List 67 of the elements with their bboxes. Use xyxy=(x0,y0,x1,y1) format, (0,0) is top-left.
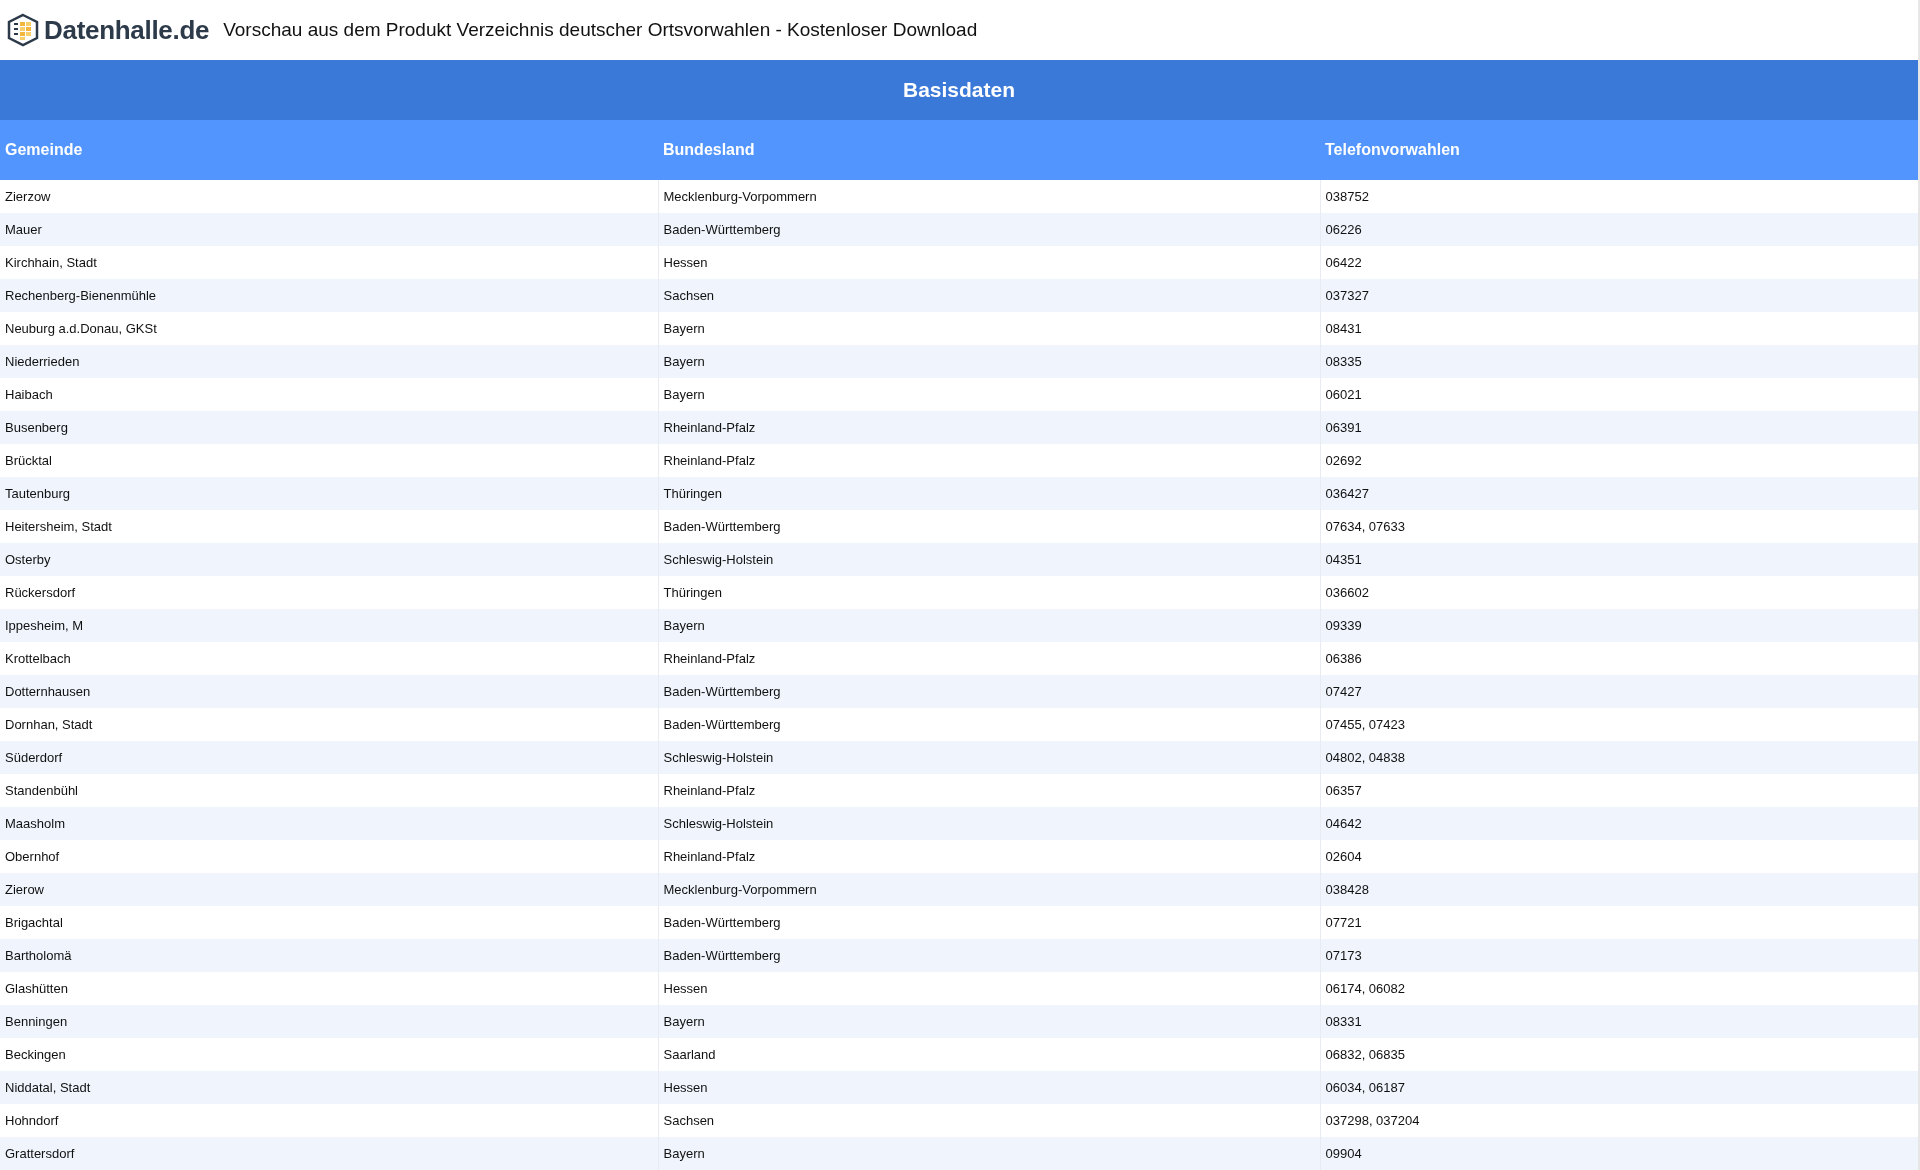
table-cell: 07173 xyxy=(1320,939,1918,972)
table-cell: Busenberg xyxy=(0,411,658,444)
table-cell: Dornhan, Stadt xyxy=(0,708,658,741)
table-cell: Schleswig-Holstein xyxy=(658,807,1320,840)
table-cell: 08335 xyxy=(1320,345,1918,378)
table-cell: 06391 xyxy=(1320,411,1918,444)
table-cell: Schleswig-Holstein xyxy=(658,741,1320,774)
table-cell: 04642 xyxy=(1320,807,1918,840)
page-title: Vorschau aus dem Produkt Verzeichnis deutscher Ortsvorwahlen - Kostenloser Download xyxy=(223,19,978,41)
table-cell: Baden-Württemberg xyxy=(658,213,1320,246)
table-cell: 06034, 06187 xyxy=(1320,1071,1918,1104)
table-cell: Standenbühl xyxy=(0,774,658,807)
table-cell: Brigachtal xyxy=(0,906,658,939)
table-cell: Thüringen xyxy=(658,477,1320,510)
table-cell: Niddatal, Stadt xyxy=(0,1071,658,1104)
logo-text[interactable]: Datenhalle.de xyxy=(44,14,210,46)
table-cell: Dotternhausen xyxy=(0,675,658,708)
table-cell: Obernhof xyxy=(0,840,658,873)
table-cell: Bartholomä xyxy=(0,939,658,972)
logo-icon xyxy=(6,13,40,47)
table-cell: Sachsen xyxy=(658,279,1320,312)
table-cell: 04351 xyxy=(1320,543,1918,576)
table-cell: Baden-Württemberg xyxy=(658,675,1320,708)
table-cell: Kirchhain, Stadt xyxy=(0,246,658,279)
table-cell: 07427 xyxy=(1320,675,1918,708)
table-cell: Maasholm xyxy=(0,807,658,840)
table-cell: Mauer xyxy=(0,213,658,246)
table-cell: 09904 xyxy=(1320,1137,1918,1170)
table-cell: Glashütten xyxy=(0,972,658,1005)
table-cell: Neuburg a.d.Donau, GKSt xyxy=(0,312,658,345)
column-header: Telefonvorwahlen xyxy=(1320,120,1918,180)
table-cell: Benningen xyxy=(0,1005,658,1038)
table-cell: Grattersdorf xyxy=(0,1137,658,1170)
table-cell: Krottelbach xyxy=(0,642,658,675)
table-cell: Rückersdorf xyxy=(0,576,658,609)
table-cell: Rheinland-Pfalz xyxy=(658,411,1320,444)
table-cell: Mecklenburg-Vorpommern xyxy=(658,873,1320,906)
table-cell: Heitersheim, Stadt xyxy=(0,510,658,543)
table-caption: Basisdaten xyxy=(0,60,1918,120)
table-cell: 038428 xyxy=(1320,873,1918,906)
table-cell: Bayern xyxy=(658,1005,1320,1038)
table-cell: 04802, 04838 xyxy=(1320,741,1918,774)
table-cell: Süderdorf xyxy=(0,741,658,774)
column-header: Gemeinde xyxy=(0,120,658,180)
table-cell: Zierow xyxy=(0,873,658,906)
table-cell: Brücktal xyxy=(0,444,658,477)
table-cell: Zierzow xyxy=(0,180,658,213)
table-cell: Beckingen xyxy=(0,1038,658,1071)
table-cell: Schleswig-Holstein xyxy=(658,543,1320,576)
table-cell: Rechenberg-Bienenmühle xyxy=(0,279,658,312)
table-cell: 06226 xyxy=(1320,213,1918,246)
table-cell: Bayern xyxy=(658,609,1320,642)
table-cell: Haibach xyxy=(0,378,658,411)
table-cell: Ippesheim, M xyxy=(0,609,658,642)
table-cell: Bayern xyxy=(658,1137,1320,1170)
table-cell: Baden-Württemberg xyxy=(658,939,1320,972)
table-cell: 08331 xyxy=(1320,1005,1918,1038)
table-cell: Osterby xyxy=(0,543,658,576)
table-cell: 037327 xyxy=(1320,279,1918,312)
table-cell: Niederrieden xyxy=(0,345,658,378)
table-cell: Hohndorf xyxy=(0,1104,658,1137)
table-cell: Bayern xyxy=(658,345,1320,378)
column-header: Bundesland xyxy=(658,120,1320,180)
table-cell: Tautenburg xyxy=(0,477,658,510)
table-cell: Hessen xyxy=(658,1071,1320,1104)
table-cell: 036427 xyxy=(1320,477,1918,510)
table-cell: 09339 xyxy=(1320,609,1918,642)
